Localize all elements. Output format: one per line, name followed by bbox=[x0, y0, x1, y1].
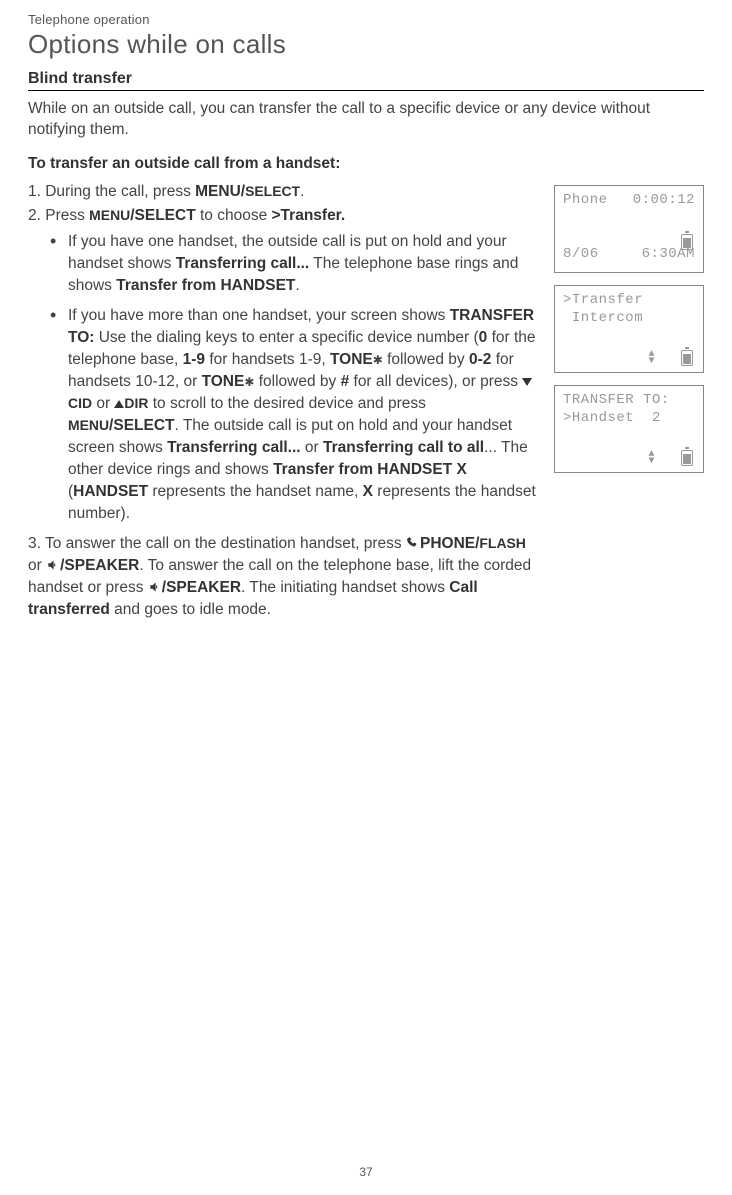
text: . The initiating handset shows bbox=[241, 579, 449, 596]
screens-column: Phone 0:00:12 8/06 6:30AM >Transfer Inte… bbox=[554, 181, 704, 623]
subsection-title: Blind transfer bbox=[28, 70, 704, 91]
bold: CID bbox=[68, 395, 92, 411]
speaker-icon bbox=[148, 577, 162, 599]
lcd-text: >Transfer bbox=[563, 292, 643, 310]
steps-column: 1. During the call, press MENU/SELECT. 2… bbox=[28, 181, 538, 623]
down-arrow-icon bbox=[522, 378, 532, 386]
lcd-text: Intercom bbox=[563, 310, 643, 328]
bullet-list: If you have one handset, the outside cal… bbox=[50, 231, 538, 525]
up-down-arrows-icon: ▲▼ bbox=[648, 351, 655, 365]
bold: 0-2 bbox=[469, 351, 491, 368]
text: MENU/ bbox=[195, 183, 245, 200]
text: PHONE/ bbox=[420, 535, 479, 552]
bold: Transfer from HANDSET X bbox=[273, 461, 467, 478]
text: FLASH bbox=[479, 535, 525, 551]
bold: X bbox=[363, 483, 373, 500]
text: and goes to idle mode. bbox=[110, 601, 271, 618]
intro-paragraph: While on an outside call, you can transf… bbox=[28, 99, 704, 141]
text: 1. During the call, press bbox=[28, 183, 195, 200]
bullet-1: If you have one handset, the outside cal… bbox=[50, 231, 538, 297]
text: to choose bbox=[196, 207, 272, 224]
bold: DIR bbox=[124, 395, 148, 411]
lcd-text: 8/06 bbox=[563, 246, 599, 264]
lcd-line: >Transfer bbox=[563, 292, 695, 310]
speaker-icon bbox=[46, 555, 60, 577]
bold: Transferring call... bbox=[167, 439, 301, 456]
text: followed by bbox=[383, 351, 469, 368]
step-3: 3. To answer the call on the destination… bbox=[28, 533, 538, 621]
phone-icon bbox=[406, 533, 420, 555]
lcd-line: >Handset 2 bbox=[563, 410, 695, 428]
text: 3. To answer the call on the destination… bbox=[28, 535, 406, 552]
text: /SELECT bbox=[130, 207, 195, 224]
text: If you have more than one handset, your … bbox=[68, 307, 450, 324]
lcd-line bbox=[563, 210, 695, 228]
lcd-icons bbox=[681, 234, 693, 250]
text: for all devices), or press bbox=[349, 373, 522, 390]
lcd-line: Phone 0:00:12 bbox=[563, 192, 695, 210]
step-2: 2. Press MENU/SELECT to choose >Transfer… bbox=[28, 205, 538, 525]
lcd-text: TRANSFER TO: bbox=[563, 392, 670, 410]
bold: HANDSET bbox=[73, 483, 148, 500]
text: represents the handset name, bbox=[148, 483, 363, 500]
page-number: 37 bbox=[359, 1165, 372, 1179]
text: /SELECT bbox=[109, 417, 174, 434]
bold: Transferring call to all bbox=[323, 439, 484, 456]
lcd-screen-1: Phone 0:00:12 8/06 6:30AM bbox=[554, 185, 704, 273]
up-arrow-icon bbox=[114, 400, 124, 408]
bold: Transfer from HANDSET bbox=[116, 277, 295, 294]
bold: Transferring call... bbox=[176, 255, 310, 272]
up-down-arrows-icon: ▲▼ bbox=[648, 451, 655, 465]
bold: >Transfer. bbox=[272, 207, 346, 224]
lcd-text: Phone bbox=[563, 192, 608, 210]
bold: # bbox=[341, 373, 350, 390]
bold: 1-9 bbox=[183, 351, 205, 368]
lcd-text: >Handset 2 bbox=[563, 410, 661, 428]
lcd-icons: ▲▼ bbox=[648, 450, 693, 466]
bold: TONE bbox=[330, 351, 373, 368]
lcd-line: Intercom bbox=[563, 310, 695, 328]
sub-heading: To transfer an outside call from a hands… bbox=[28, 155, 704, 173]
lcd-icons: ▲▼ bbox=[648, 350, 693, 366]
text: . bbox=[295, 277, 299, 294]
bold: MENU/SELECT bbox=[195, 183, 300, 200]
step-1: 1. During the call, press MENU/SELECT. bbox=[28, 181, 538, 203]
text: or bbox=[301, 439, 323, 456]
star-icon bbox=[244, 371, 254, 393]
battery-icon bbox=[681, 234, 693, 250]
bold: PHONE/FLASH bbox=[420, 535, 526, 552]
bold: /SPEAKER bbox=[162, 579, 241, 596]
text: followed by bbox=[254, 373, 340, 390]
battery-icon bbox=[681, 450, 693, 466]
bold: TONE bbox=[202, 373, 245, 390]
lcd-text: 0:00:12 bbox=[633, 192, 695, 210]
text: or bbox=[28, 557, 46, 574]
section-title: Options while on calls bbox=[28, 29, 704, 60]
text: or bbox=[92, 395, 114, 412]
content-row: 1. During the call, press MENU/SELECT. 2… bbox=[28, 181, 704, 623]
bold: /SPEAKER bbox=[60, 557, 139, 574]
star-icon bbox=[373, 349, 383, 371]
lcd-screen-2: >Transfer Intercom ▲▼ bbox=[554, 285, 704, 373]
page-category: Telephone operation bbox=[28, 12, 704, 27]
text: . bbox=[300, 183, 304, 200]
bold: 0 bbox=[479, 329, 488, 346]
text: Use the dialing keys to enter a specific… bbox=[94, 329, 478, 346]
text: to scroll to the desired device and pres… bbox=[148, 395, 425, 412]
text: for handsets 1-9, bbox=[205, 351, 330, 368]
lcd-line: 8/06 6:30AM bbox=[563, 246, 695, 264]
lcd-line: TRANSFER TO: bbox=[563, 392, 695, 410]
bold: MENU/SELECT bbox=[89, 207, 196, 224]
text: MENU bbox=[68, 417, 109, 433]
text: MENU bbox=[89, 207, 130, 223]
text: 2. Press bbox=[28, 207, 89, 224]
text: SELECT bbox=[245, 183, 300, 199]
lcd-line bbox=[563, 228, 695, 246]
battery-icon bbox=[681, 350, 693, 366]
lcd-screen-3: TRANSFER TO: >Handset 2 ▲▼ bbox=[554, 385, 704, 473]
bullet-2: If you have more than one handset, your … bbox=[50, 305, 538, 525]
bold: MENU/SELECT bbox=[68, 417, 175, 434]
